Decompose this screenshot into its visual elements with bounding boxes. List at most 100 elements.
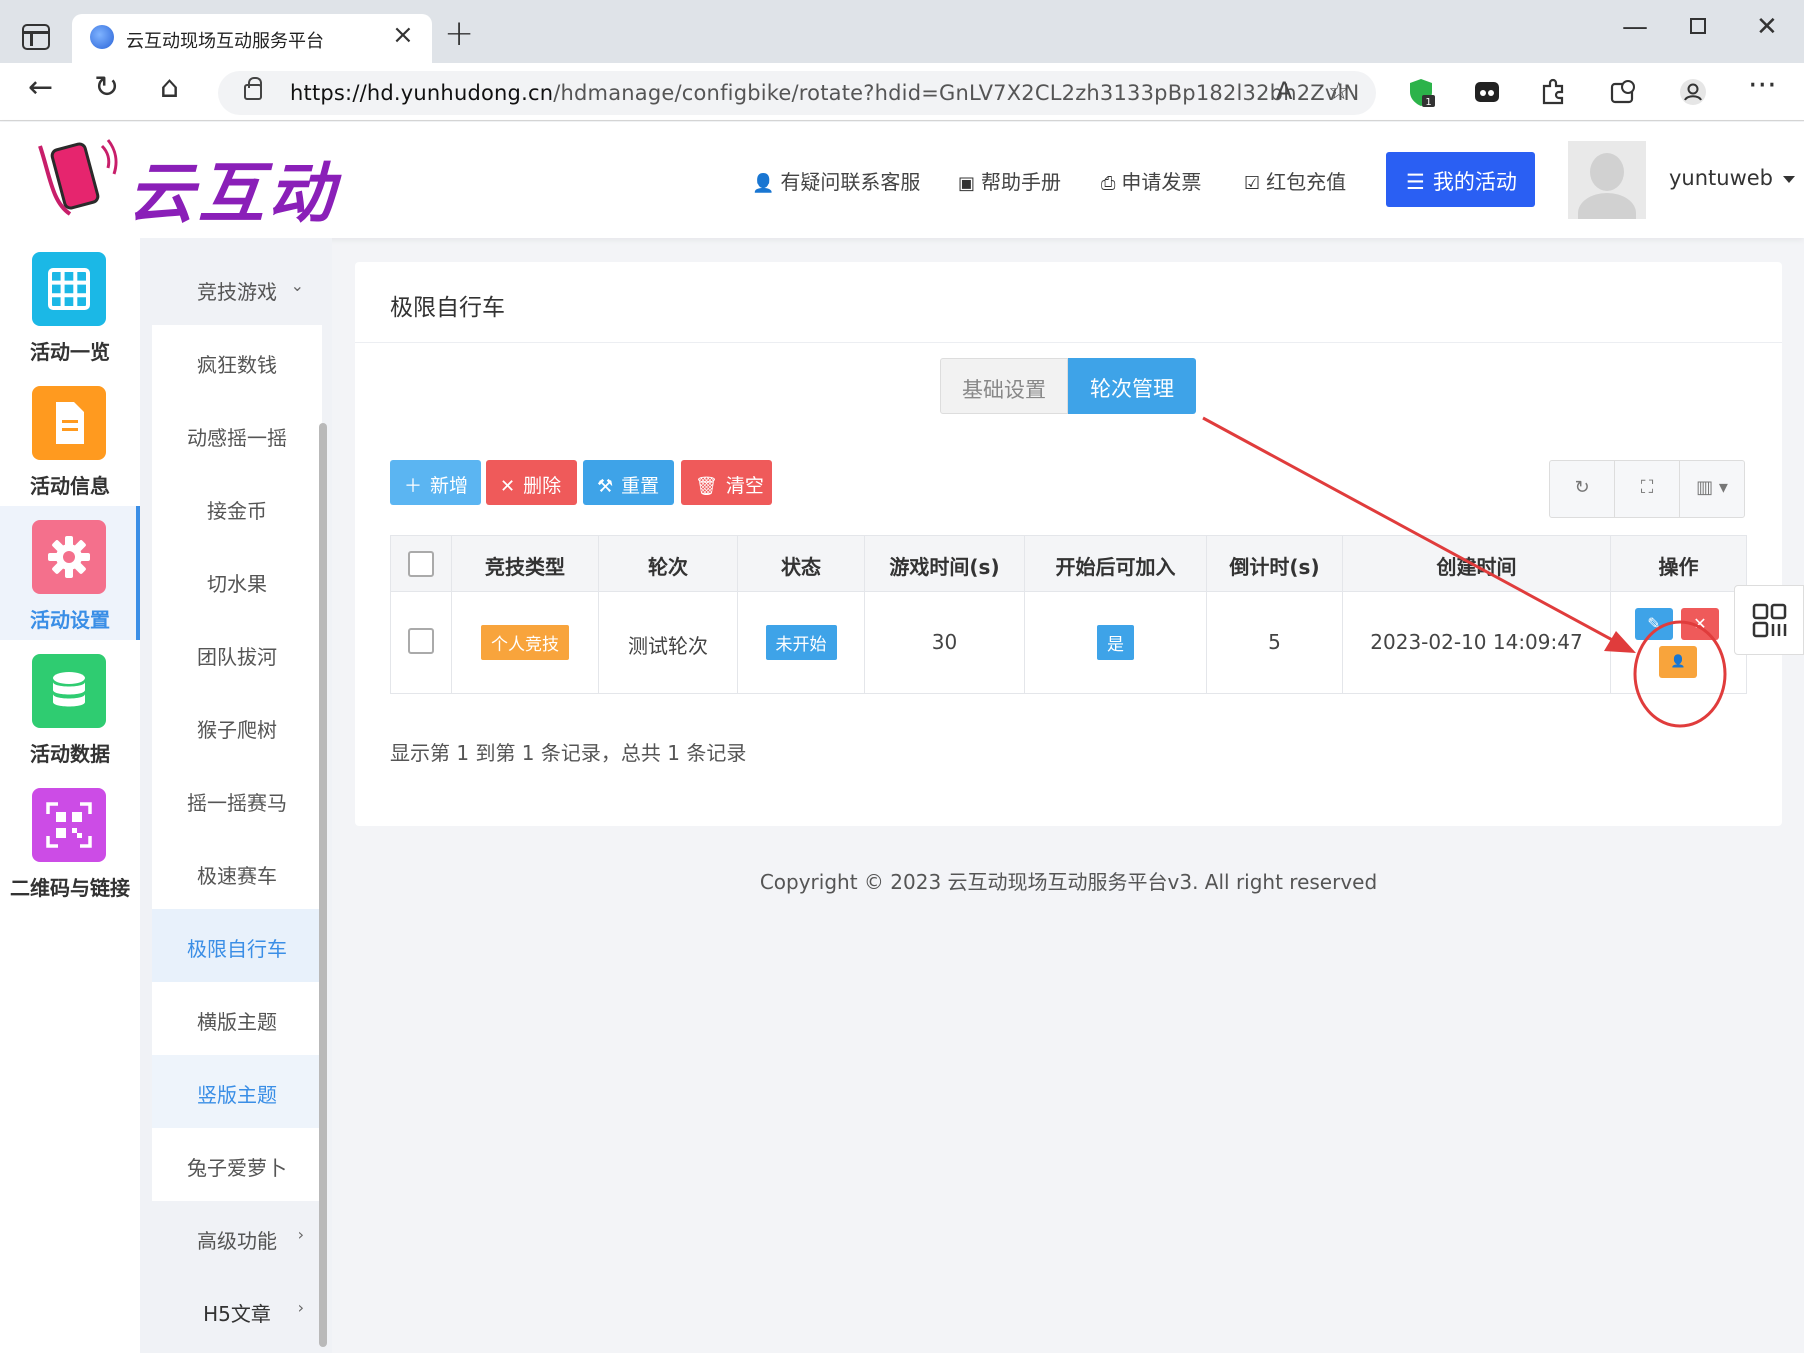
- participant-button[interactable]: 👤: [1659, 646, 1697, 678]
- clear-button[interactable]: 🗑 清空: [681, 460, 772, 505]
- redpacket-recharge-link[interactable]: ☑ 红包充值: [1244, 166, 1346, 195]
- pencil-icon: ✎: [1647, 614, 1661, 633]
- home-icon[interactable]: ⌂: [160, 73, 179, 103]
- submenu-item[interactable]: 动感摇一摇: [152, 398, 322, 471]
- delete-button[interactable]: ✕ 删除: [486, 460, 577, 505]
- tab-title: 云互动现场互动服务平台: [126, 31, 324, 52]
- header-checkbox-cell: [391, 536, 452, 591]
- status-cell: 未开始: [738, 592, 865, 693]
- browser-address-bar: ← ↻ ⌂ https://hd.yunhudong.cn/hdmanage/c…: [0, 63, 1804, 121]
- submenu-item[interactable]: 兔子爱萝卜: [152, 1128, 322, 1201]
- contact-service-link[interactable]: 👤 有疑问联系客服: [752, 166, 920, 195]
- type-cell: 个人竞技: [452, 592, 599, 693]
- submenu-item[interactable]: 疯狂数钱: [152, 325, 322, 398]
- collections-icon[interactable]: [1608, 77, 1638, 107]
- my-activity-button[interactable]: ☰ 我的活动: [1386, 152, 1535, 207]
- submenu-item[interactable]: 横版主题: [152, 982, 322, 1055]
- column-header: 竞技类型: [452, 536, 599, 591]
- favorite-icon[interactable]: ☆: [1328, 79, 1350, 103]
- fullscreen-icon[interactable]: ⛶: [1615, 461, 1680, 517]
- submenu-item[interactable]: 极速赛车: [152, 836, 322, 909]
- submenu-item[interactable]: 切水果: [152, 544, 322, 617]
- submenu-item-extreme-bike[interactable]: 极限自行车: [152, 909, 322, 982]
- qrcode-icon: [32, 788, 106, 862]
- submenu-item[interactable]: 接金币: [152, 471, 322, 544]
- rail-item-activity-data[interactable]: 活动数据: [0, 640, 140, 774]
- logo-phone-icon: [32, 136, 118, 220]
- plus-icon: ＋: [404, 476, 422, 497]
- new-tab-icon[interactable]: +: [444, 16, 474, 52]
- join-cell: 是: [1025, 592, 1207, 693]
- invoice-link[interactable]: ⎙ 申请发票: [1101, 166, 1201, 195]
- divider: [355, 342, 1782, 343]
- add-button[interactable]: ＋新增: [390, 460, 481, 505]
- submenu-scrollbar[interactable]: [319, 423, 327, 1347]
- sidebar-toggle-icon[interactable]: [22, 24, 50, 50]
- browser-tab-bar: 云互动现场互动服务平台 × + — ✕: [0, 0, 1804, 63]
- extension-icon[interactable]: [1472, 77, 1502, 107]
- rounds-table: 竞技类型 轮次 状态 游戏时间(s) 开始后可加入 倒计时(s) 创建时间 操作…: [390, 535, 1747, 694]
- x-icon: ✕: [1693, 614, 1707, 633]
- printer-icon: ⎙: [1101, 173, 1116, 194]
- join-badge: 是: [1097, 625, 1134, 660]
- column-header: 轮次: [599, 536, 738, 591]
- edit-button[interactable]: ✎: [1635, 608, 1673, 640]
- window-close-icon[interactable]: ✕: [1756, 14, 1778, 40]
- url-field[interactable]: https://hd.yunhudong.cn/hdmanage/configb…: [218, 71, 1376, 115]
- rail-label: 二维码与链接: [10, 876, 130, 900]
- avatar[interactable]: [1568, 141, 1646, 219]
- table-row: 个人竞技 测试轮次 未开始 30 是 5 2023-02-10 14:09:47…: [391, 592, 1746, 693]
- favicon-icon: [90, 25, 114, 49]
- site-header: 云互动 👤 有疑问联系客服 ▣ 帮助手册 ⎙ 申请发票 ☑ 红包充值 ☰ 我的活动 yun…: [0, 122, 1804, 238]
- caret-down-icon: [1783, 175, 1796, 183]
- url-text: https://hd.yunhudong.cn/hdmanage/configb…: [290, 81, 1360, 105]
- column-header: 游戏时间(s): [865, 536, 1025, 591]
- rail-item-qrcode-link[interactable]: 二维码与链接: [0, 774, 140, 908]
- read-aloud-icon[interactable]: A: [1276, 79, 1292, 103]
- more-icon[interactable]: ···: [1748, 71, 1777, 101]
- submenu-h5-article[interactable]: H5文章 ›: [152, 1274, 322, 1347]
- pagination-summary: 显示第 1 到第 1 条记录，总共 1 条记录: [390, 741, 747, 765]
- shield-extension-icon[interactable]: 1: [1406, 77, 1436, 108]
- close-tab-icon[interactable]: ×: [392, 22, 414, 48]
- trash-icon: 🗑: [695, 476, 718, 497]
- submenu-item[interactable]: 猴子爬树: [152, 690, 322, 763]
- user-plus-icon: 👤: [752, 173, 775, 194]
- browser-tab[interactable]: 云互动现场互动服务平台 ×: [72, 14, 432, 63]
- profile-icon[interactable]: [1678, 77, 1708, 107]
- list-icon: ☰: [1406, 170, 1425, 194]
- reset-button[interactable]: ⚒ 重置: [583, 460, 674, 505]
- row-checkbox[interactable]: [408, 628, 434, 654]
- book-icon: ▣: [958, 173, 976, 194]
- rail-item-activity-settings[interactable]: 活动设置: [0, 506, 140, 640]
- countdown-cell: 5: [1207, 592, 1343, 693]
- submenu-item[interactable]: 摇一摇赛马: [152, 763, 322, 836]
- column-header: 创建时间: [1343, 536, 1611, 591]
- qrcode-scan-icon: [1752, 603, 1787, 638]
- column-header: 开始后可加入: [1025, 536, 1207, 591]
- back-icon[interactable]: ←: [28, 73, 53, 103]
- delete-row-button[interactable]: ✕: [1681, 608, 1719, 640]
- tab-round-management[interactable]: 轮次管理: [1068, 358, 1196, 414]
- select-all-checkbox[interactable]: [408, 551, 434, 577]
- refresh-icon[interactable]: ↻: [1550, 461, 1615, 517]
- submenu-competitive-games[interactable]: 竞技游戏 ⌄: [152, 252, 322, 325]
- submenu-advanced[interactable]: 高级功能 ›: [152, 1201, 322, 1274]
- columns-toggle-icon[interactable]: ▥ ▾: [1680, 461, 1744, 517]
- copyright: Copyright © 2023 云互动现场互动服务平台v3. All righ…: [759, 870, 1378, 894]
- document-icon: [32, 386, 106, 460]
- reload-icon[interactable]: ↻: [94, 73, 119, 103]
- floating-qrcode-button[interactable]: [1734, 585, 1804, 655]
- maximize-icon[interactable]: [1690, 18, 1706, 34]
- minimize-icon[interactable]: —: [1622, 14, 1648, 40]
- tab-basic-settings[interactable]: 基础设置: [940, 358, 1068, 414]
- rail-item-activity-overview[interactable]: 活动一览: [0, 238, 140, 372]
- help-manual-link[interactable]: ▣ 帮助手册: [958, 166, 1061, 195]
- page-title: 极限自行车: [390, 295, 505, 321]
- rail-item-activity-info[interactable]: 活动信息: [0, 372, 140, 506]
- submenu-item[interactable]: 团队拔河: [152, 617, 322, 690]
- x-icon: ✕: [500, 476, 516, 497]
- username-dropdown[interactable]: yuntuweb: [1669, 166, 1796, 190]
- puzzle-icon[interactable]: [1538, 77, 1568, 107]
- submenu-item[interactable]: 竖版主题: [152, 1055, 322, 1128]
